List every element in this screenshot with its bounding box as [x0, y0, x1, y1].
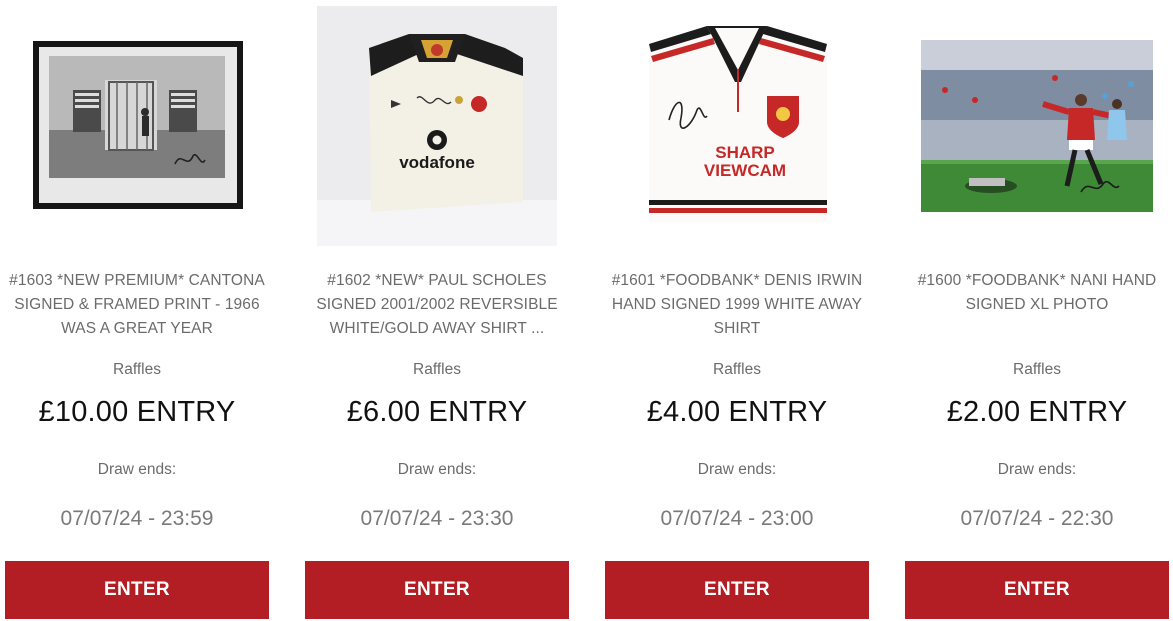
- draw-ends-label: Draw ends:: [697, 461, 777, 478]
- shirt-sponsor-line2: VIEWCAM: [704, 161, 786, 180]
- product-category: Raffles: [413, 361, 461, 378]
- enter-button[interactable]: ENTER: [5, 561, 269, 619]
- shirt-illustration: SHARP VIEWCAM: [605, 0, 869, 252]
- product-title[interactable]: #1603 *NEW PREMIUM* CANTONA SIGNED & FRA…: [1, 269, 273, 341]
- product-title[interactable]: #1600 *FOODBANK* NANI HAND SIGNED XL PHO…: [901, 269, 1173, 317]
- draw-end-date: 07/07/24 - 23:59: [60, 507, 214, 530]
- enter-button[interactable]: ENTER: [305, 561, 569, 619]
- shirt-sponsor-line1: SHARP: [715, 143, 775, 162]
- product-card: SHARP VIEWCAM #1601 *FOODBANK* DENIS IRW…: [605, 0, 869, 621]
- entry-price: £2.00 ENTRY: [946, 396, 1128, 428]
- product-category: Raffles: [713, 361, 761, 378]
- product-image-nani-photo[interactable]: [905, 0, 1169, 252]
- product-grid: #1603 *NEW PREMIUM* CANTONA SIGNED & FRA…: [0, 0, 1173, 621]
- product-category: Raffles: [113, 361, 161, 378]
- entry-price: £4.00 ENTRY: [646, 396, 828, 428]
- draw-ends-label: Draw ends:: [97, 461, 177, 478]
- framed-print-illustration: [5, 0, 269, 252]
- product-category: Raffles: [1013, 361, 1061, 378]
- shirt-sponsor-text: vodafone: [399, 153, 475, 172]
- product-card: #1600 *FOODBANK* NANI HAND SIGNED XL PHO…: [905, 0, 1169, 621]
- product-image-framed-print[interactable]: [5, 0, 269, 252]
- entry-price: £10.00 ENTRY: [38, 396, 236, 428]
- draw-end-date: 07/07/24 - 22:30: [960, 507, 1114, 530]
- product-title[interactable]: #1601 *FOODBANK* DENIS IRWIN HAND SIGNED…: [601, 269, 873, 341]
- product-card: #1603 *NEW PREMIUM* CANTONA SIGNED & FRA…: [5, 0, 269, 621]
- product-card: vodafone #1602 *NEW* PAUL SCHOLES SIGNED…: [305, 0, 569, 621]
- draw-end-date: 07/07/24 - 23:00: [660, 507, 814, 530]
- draw-ends-label: Draw ends:: [397, 461, 477, 478]
- product-image-scholes-shirt[interactable]: vodafone: [305, 0, 569, 252]
- product-image-irwin-shirt[interactable]: SHARP VIEWCAM: [605, 0, 869, 252]
- shirt-illustration: vodafone: [305, 0, 569, 252]
- draw-end-date: 07/07/24 - 23:30: [360, 507, 514, 530]
- enter-button[interactable]: ENTER: [605, 561, 869, 619]
- enter-button[interactable]: ENTER: [905, 561, 1169, 619]
- draw-ends-label: Draw ends:: [997, 461, 1077, 478]
- entry-price: £6.00 ENTRY: [346, 396, 528, 428]
- product-title[interactable]: #1602 *NEW* PAUL SCHOLES SIGNED 2001/200…: [301, 269, 573, 341]
- match-photo-illustration: [905, 0, 1169, 252]
